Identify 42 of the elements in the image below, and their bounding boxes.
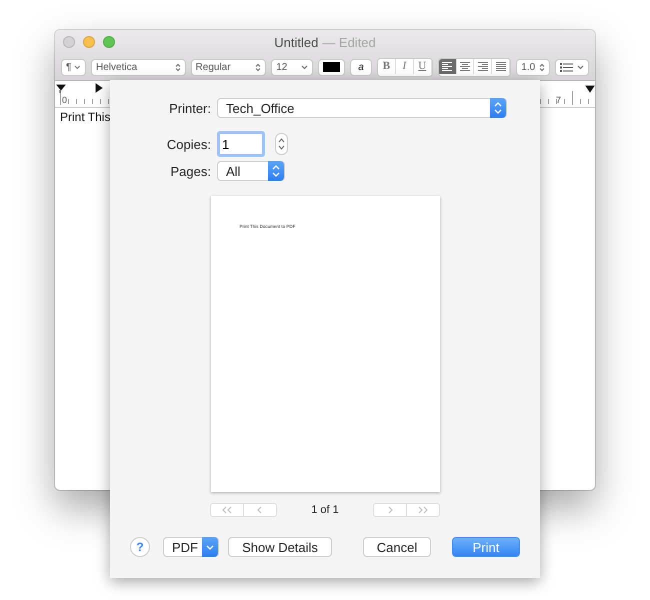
ruler-label: 7 [556,95,562,105]
line-spacing-menu[interactable]: 1.0 [516,58,550,76]
list-icon [560,62,574,72]
typeface-menu[interactable]: Regular [190,58,266,76]
alignment-icon [458,60,472,72]
up-down-icon [174,62,181,72]
up-down-icon [255,62,262,72]
copies-field[interactable]: 1 [217,131,265,157]
up-down-icon [268,161,284,181]
text-style-button[interactable]: B [378,58,396,74]
pages-menu[interactable]: All [217,161,285,181]
text-color-swatch[interactable] [318,58,346,76]
up-down-icon [539,62,546,72]
font-size-field[interactable]: 12 [271,58,314,76]
chevron-icon [74,64,81,70]
up-down-icon [490,98,506,118]
highlight-color-button[interactable]: a [350,58,372,76]
chevron-icon [301,64,308,70]
cancel-button[interactable]: Cancel [363,537,431,557]
font-family-menu[interactable]: Helvetica [91,58,186,76]
list-style-menu[interactable] [555,58,590,76]
document-text: Print This [60,110,110,124]
chevron-icon [202,537,218,557]
printer-label: Printer: [168,100,211,116]
alignment-icon [494,60,508,72]
copies-label: Copies: [166,136,211,152]
stepper-icon[interactable] [275,133,288,155]
show-details-button[interactable]: Show Details [228,537,332,557]
swatch-icon [323,62,340,72]
chevron-icon [577,64,584,70]
window-title: Untitled [274,34,318,50]
paragraph-style-menu[interactable]: ¶ [61,58,86,76]
alignment-icon [476,60,490,72]
pages-label: Pages: [170,164,211,178]
align-button[interactable] [438,58,457,74]
ruler-label: 0 [62,95,68,105]
alignment-icon [440,60,454,72]
printer-menu[interactable]: Tech_Office [217,98,507,118]
pdf-menu[interactable]: PDF [163,537,219,557]
zoom-icon[interactable] [103,36,115,48]
page-indicator: 1 of 1 [311,504,339,516]
help-button[interactable]: ? [130,537,150,557]
